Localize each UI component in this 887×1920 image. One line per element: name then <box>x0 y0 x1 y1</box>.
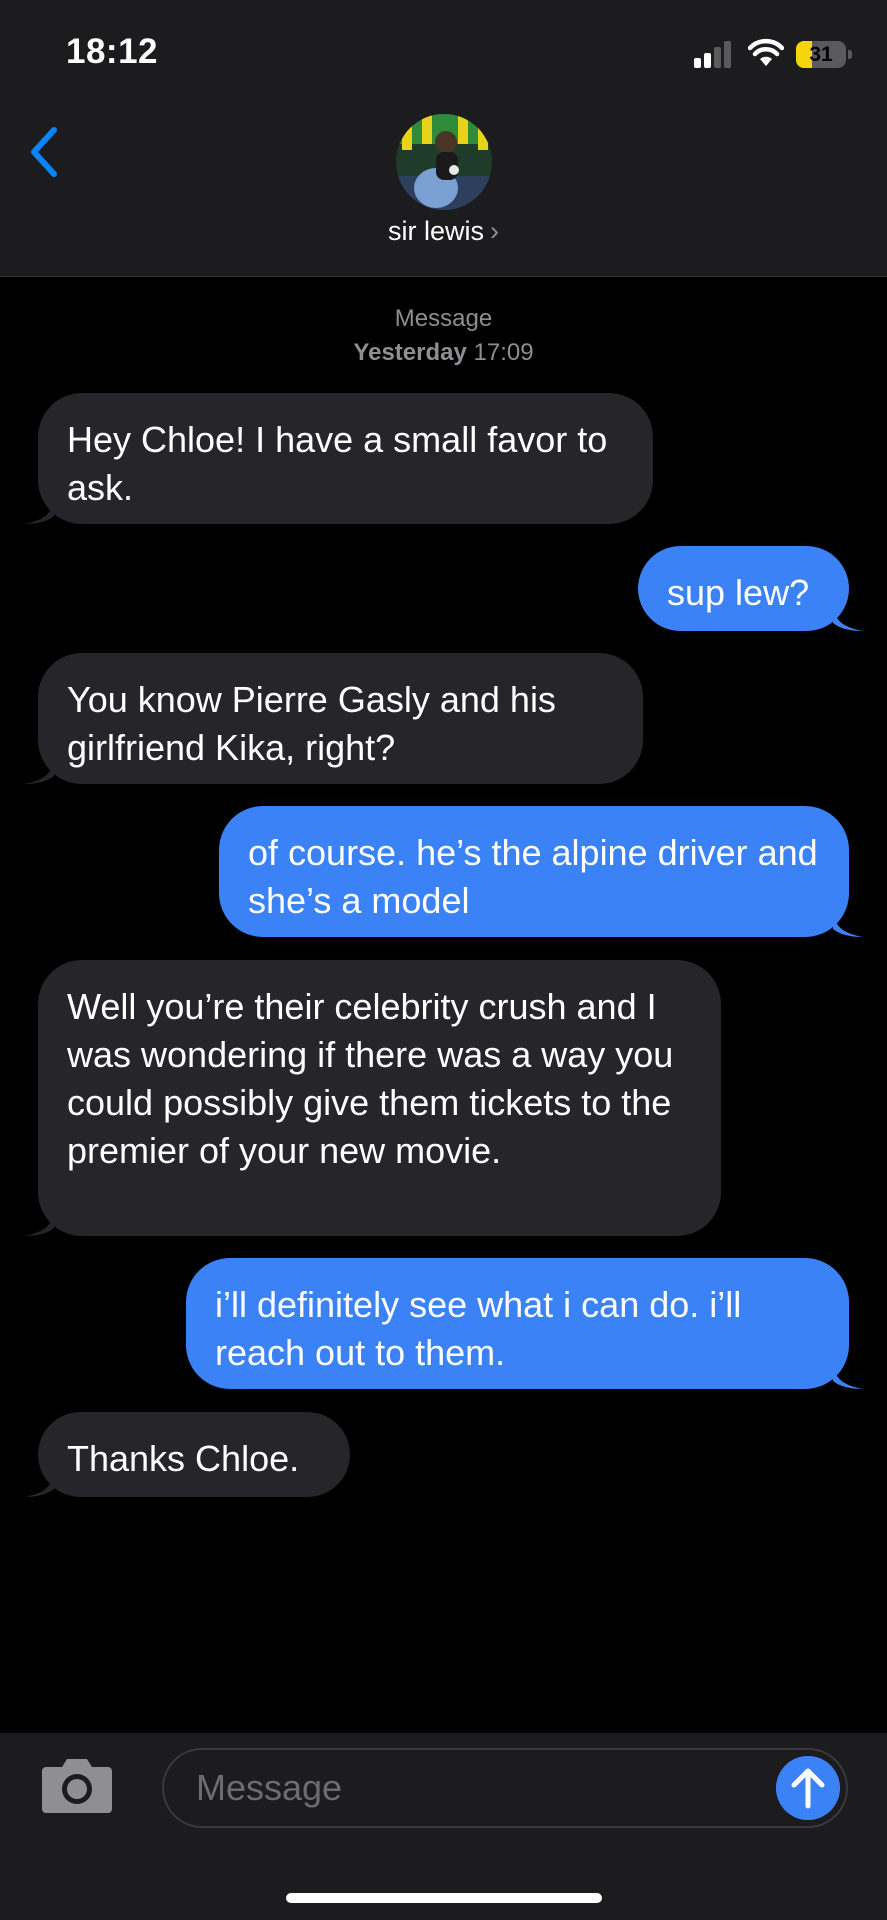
signal-icon <box>694 40 734 68</box>
service-label: Message <box>394 305 493 332</box>
message-text: Well you’re their celebrity crush and I … <box>67 986 674 1171</box>
bubble-tail <box>24 754 54 784</box>
camera-icon[interactable] <box>40 1757 114 1813</box>
thread-day: Yesterday <box>353 339 467 366</box>
chevron-right-icon: › <box>490 216 499 246</box>
message-composer: Message <box>0 1733 887 1920</box>
message-text: You know Pierre Gasly and his girlfriend… <box>67 679 556 768</box>
thread-time: 17:09 <box>473 339 534 366</box>
home-indicator <box>286 1893 602 1903</box>
battery-level: 31 <box>809 43 833 66</box>
bubble-tail <box>24 1467 54 1497</box>
message-text: Hey Chloe! I have a small favor to ask. <box>67 419 608 508</box>
bubble-tail <box>833 601 863 631</box>
battery-tip <box>848 50 852 59</box>
back-chevron-icon[interactable] <box>24 122 64 182</box>
message-bubble-sent[interactable]: sup lew? <box>638 546 863 631</box>
bubble-tail <box>24 494 54 524</box>
message-bubble-sent[interactable]: of course. he’s the alpine driver and sh… <box>219 806 863 937</box>
wifi-icon <box>748 38 784 66</box>
message-text: i’ll definitely see what i can do. i’ll … <box>215 1284 742 1373</box>
conversation-header: sir lewis › <box>0 110 887 277</box>
message-text: of course. he’s the alpine driver and sh… <box>248 832 818 921</box>
message-text: Thanks Chloe. <box>67 1438 300 1479</box>
battery-icon: 31 <box>796 41 846 68</box>
message-bubble-received[interactable]: Well you’re their celebrity crush and I … <box>24 960 721 1236</box>
clock: 18:12 <box>66 32 159 71</box>
contact-avatar[interactable] <box>396 114 492 210</box>
message-text: sup lew? <box>667 572 810 613</box>
thread-timestamp: Message Yesterday 17:09 <box>0 302 887 370</box>
message-bubble-received[interactable]: Hey Chloe! I have a small favor to ask. <box>24 393 653 524</box>
send-arrow-icon[interactable] <box>776 1756 840 1820</box>
bubble-tail <box>833 907 863 937</box>
bubble-tail <box>24 1206 54 1236</box>
message-bubble-sent[interactable]: i’ll definitely see what i can do. i’ll … <box>186 1258 863 1389</box>
message-bubble-received[interactable]: You know Pierre Gasly and his girlfriend… <box>24 653 643 784</box>
message-input[interactable]: Message <box>162 1748 848 1828</box>
message-bubble-received[interactable]: Thanks Chloe. <box>24 1412 350 1497</box>
contact-name-button[interactable]: sir lewis › <box>0 216 887 247</box>
status-bar: 18:12 31 <box>0 0 887 110</box>
bubble-tail <box>833 1359 863 1389</box>
contact-name: sir lewis <box>387 216 484 246</box>
message-input-placeholder: Message <box>196 1767 343 1808</box>
